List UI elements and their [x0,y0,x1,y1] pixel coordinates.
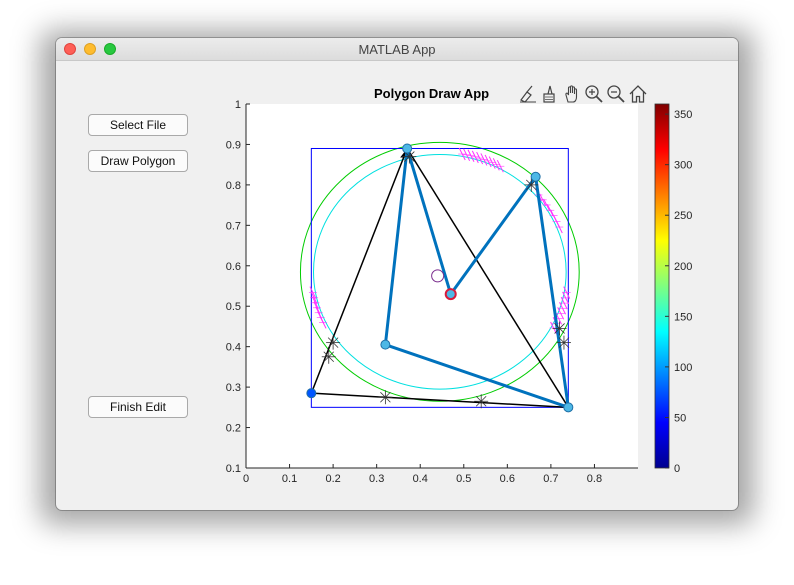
y-tick-label: 0.2 [226,423,241,435]
vertex-marker [563,402,574,413]
y-tick-label: 0.4 [226,342,241,354]
colorbar-tick-label: 50 [674,412,686,424]
star-marker [321,349,336,364]
x-tick-label: 0.1 [282,473,297,485]
y-tick-label: 0.7 [226,220,241,232]
colorbar-tick-label: 350 [674,109,692,121]
vertex-marker [380,339,391,350]
vertex-marker [444,288,457,301]
y-tick-label: 0.8 [226,180,241,192]
vertex-marker [402,143,413,154]
x-tick-label: 0.3 [369,473,384,485]
x-tick-label: 0.2 [325,473,340,485]
star-marker [556,335,571,350]
x-tick-label: 0.4 [413,473,428,485]
x-tick-label: 0 [243,473,249,485]
plot-canvas: 0 0.1 0.2 0.3 0.4 0.5 0.6 0.7 0.80.10.20.30.40.5… [226,99,693,485]
colorbar-tick-label: 200 [674,261,692,273]
star-marker [378,390,393,405]
colorbar-tick-label: 100 [674,362,692,374]
y-tick-label: 0.3 [226,382,241,394]
y-tick-label: 0.6 [226,261,241,273]
colorbar-tick-label: 150 [674,311,692,323]
x-tick-label: 0.7 [543,473,558,485]
star-marker [474,394,489,409]
colorbar-tick-label: 300 [674,160,692,172]
colorbar-tick-label: 0 [674,463,680,475]
star-marker [552,321,567,336]
axes-area[interactable] [246,104,638,468]
star-marker [326,335,341,350]
vertex-marker [530,171,541,182]
x-tick-label: 0.6 [500,473,515,485]
y-tick-label: 0.9 [226,139,241,151]
colorbar-tick-label: 250 [674,210,692,222]
x-tick-label: 0.5 [456,473,471,485]
x-tick-label: 0.8 [587,473,602,485]
y-tick-label: 0.5 [226,301,241,313]
colorbar [654,103,670,469]
vertex-marker [306,388,317,399]
y-tick-label: 1 [235,99,241,111]
y-tick-label: 0.1 [226,463,241,475]
app-window: MATLAB App Select File Draw Polygon Fini… [56,38,738,510]
